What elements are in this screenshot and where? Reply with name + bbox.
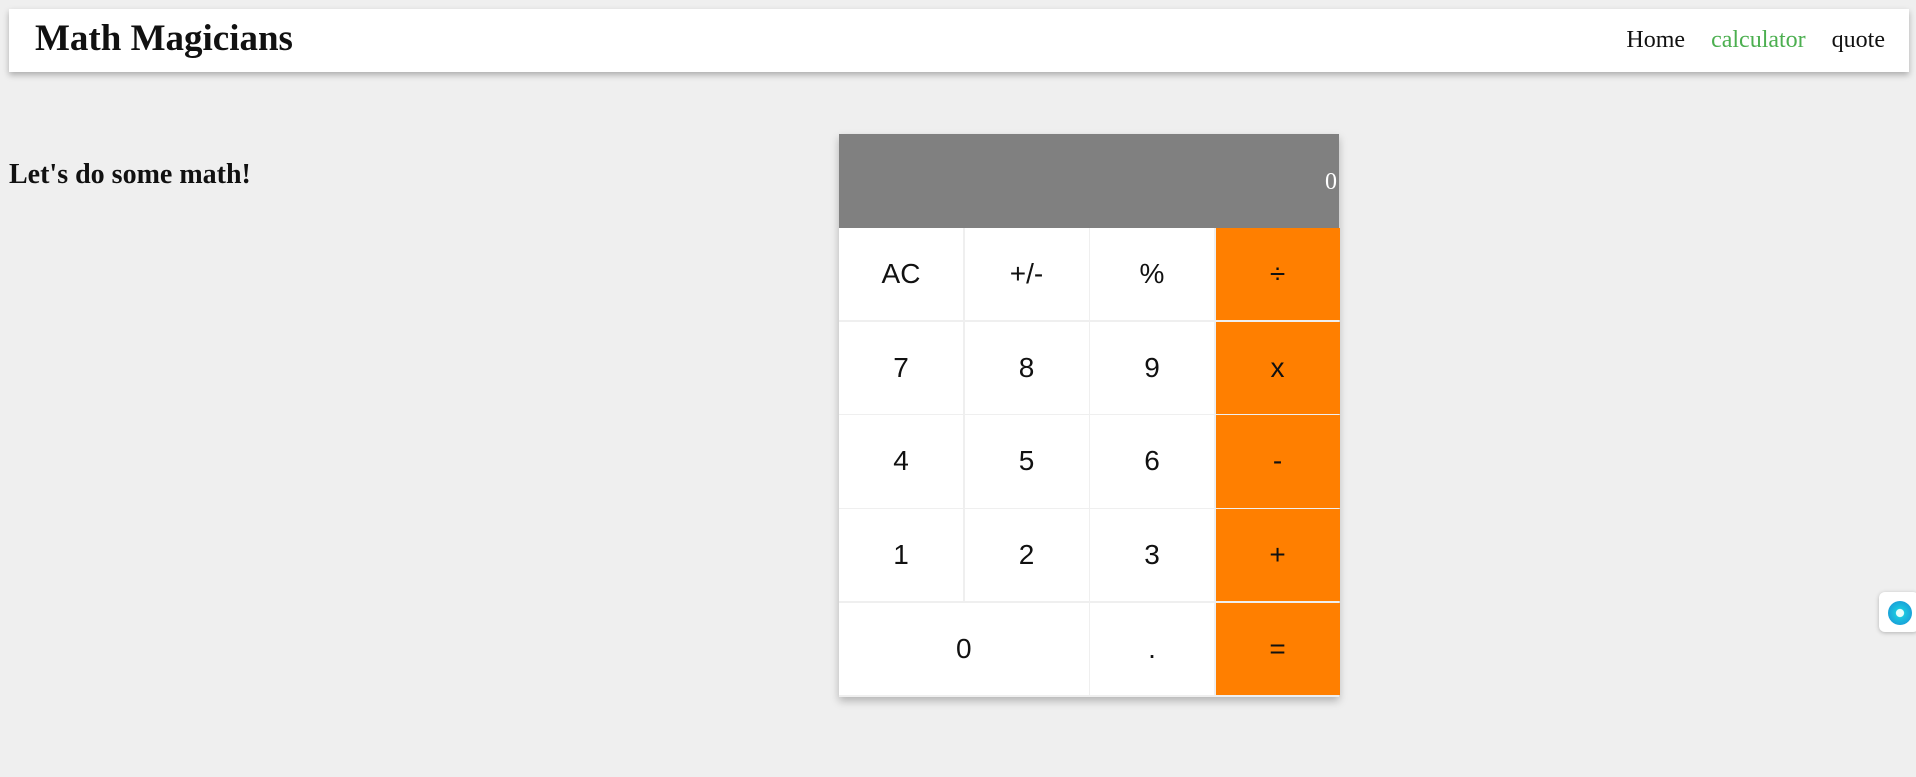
key-subtract[interactable]: -: [1215, 415, 1340, 508]
assistant-orb-icon: [1888, 601, 1912, 625]
key-6[interactable]: 6: [1090, 415, 1214, 508]
nav-links: Home calculator quote: [1626, 25, 1885, 55]
key-4[interactable]: 4: [839, 415, 963, 508]
key-divide[interactable]: ÷: [1215, 228, 1340, 321]
key-toggle-sign[interactable]: +/-: [964, 228, 1089, 321]
calculator-display: 0: [839, 134, 1339, 228]
nav-link-home[interactable]: Home: [1626, 25, 1685, 55]
intro-heading: Let's do some math!: [9, 159, 251, 190]
nav-link-calculator[interactable]: calculator: [1711, 25, 1806, 55]
key-add[interactable]: +: [1215, 509, 1340, 602]
key-2[interactable]: 2: [964, 509, 1089, 602]
assistant-widget-button[interactable]: [1879, 592, 1916, 632]
nav-link-quote[interactable]: quote: [1832, 25, 1885, 55]
key-multiply[interactable]: x: [1215, 321, 1340, 414]
key-9[interactable]: 9: [1090, 321, 1214, 414]
brand-title: Math Magicians: [35, 18, 293, 59]
navbar: Math Magicians Home calculator quote: [9, 9, 1909, 72]
key-clear[interactable]: AC: [839, 228, 963, 321]
key-decimal[interactable]: .: [1090, 602, 1214, 695]
key-5[interactable]: 5: [964, 415, 1089, 508]
key-3[interactable]: 3: [1090, 509, 1214, 602]
key-1[interactable]: 1: [839, 509, 963, 602]
key-equals[interactable]: =: [1215, 602, 1340, 695]
key-0[interactable]: 0: [839, 602, 1089, 695]
key-8[interactable]: 8: [964, 321, 1089, 414]
calculator-keypad: AC +/- % ÷ 7 8 9 x 4 5 6 - 1 2 3 + 0 . =: [839, 228, 1340, 697]
key-percent[interactable]: %: [1090, 228, 1214, 321]
calculator: 0 AC +/- % ÷ 7 8 9 x 4 5 6 - 1 2 3 + 0 .…: [839, 134, 1340, 697]
key-7[interactable]: 7: [839, 321, 963, 414]
